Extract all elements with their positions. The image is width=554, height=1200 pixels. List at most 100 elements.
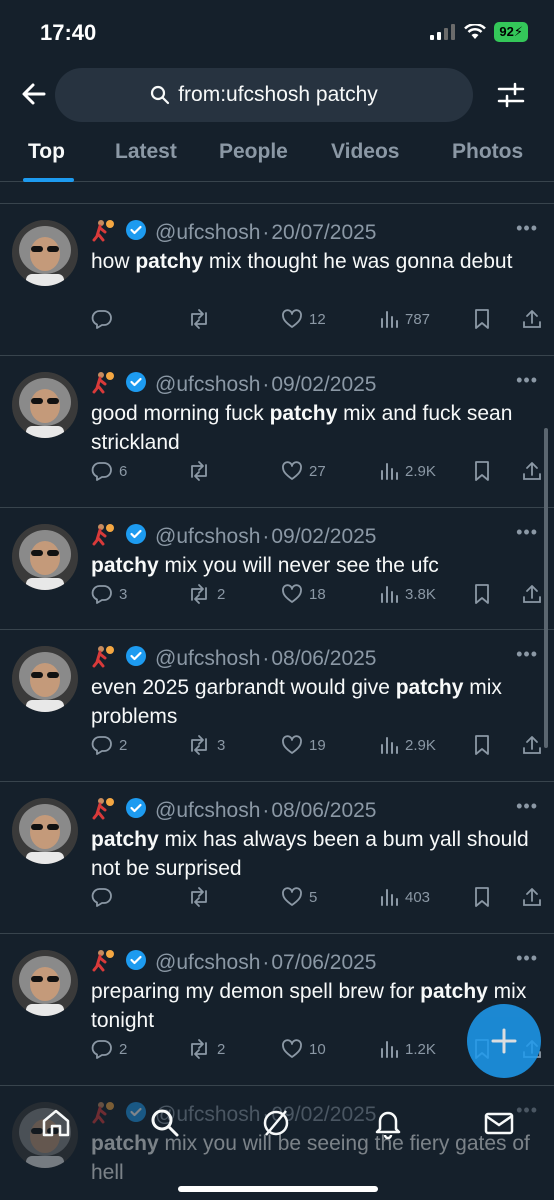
tweet-text: patchy mix has always been a bum yall sh… <box>91 825 541 883</box>
more-dots-icon[interactable]: ••• <box>516 796 538 817</box>
separator-dot: · <box>262 647 270 670</box>
views-button[interactable]: 1.2K <box>379 1039 436 1059</box>
reply-button[interactable]: 2 <box>91 734 127 756</box>
bookmark-button[interactable] <box>473 886 491 908</box>
tweet-date[interactable]: 07/06/2025 <box>271 951 376 975</box>
retweet-button[interactable]: 2 <box>187 1038 225 1060</box>
bookmark-button[interactable] <box>473 734 491 756</box>
bookmark-button[interactable] <box>473 460 491 482</box>
tab-photos[interactable]: Photos <box>452 140 523 164</box>
tweet-handle[interactable]: @ufcshosh <box>155 525 260 549</box>
avatar[interactable] <box>12 950 78 1016</box>
views-count: 2.9K <box>405 462 436 480</box>
bookmark-button[interactable] <box>473 583 491 605</box>
like-button[interactable]: 5 <box>281 887 317 907</box>
home-indicator[interactable] <box>178 1186 378 1192</box>
more-dots-icon[interactable]: ••• <box>516 218 538 239</box>
views-icon <box>379 584 399 604</box>
views-button[interactable]: 3.8K <box>379 584 436 604</box>
like-button[interactable]: 19 <box>281 735 326 755</box>
more-dots-icon[interactable]: ••• <box>516 522 538 543</box>
reply-button[interactable]: 6 <box>91 460 127 482</box>
sliders-icon[interactable] <box>496 80 526 110</box>
cellular-signal-icon <box>430 24 456 40</box>
bell-icon[interactable] <box>372 1107 404 1139</box>
separator-dot: · <box>262 373 270 396</box>
avatar[interactable] <box>12 220 78 286</box>
mail-icon[interactable] <box>483 1107 515 1139</box>
views-button[interactable]: 403 <box>379 887 430 907</box>
like-icon <box>281 309 303 329</box>
separator-dot: · <box>262 951 270 974</box>
more-dots-icon[interactable]: ••• <box>516 644 538 665</box>
tweet-handle[interactable]: @ufcshosh <box>155 951 260 975</box>
retweet-button[interactable] <box>187 308 217 330</box>
like-button[interactable]: 12 <box>281 309 326 329</box>
share-button[interactable] <box>521 308 543 330</box>
tweet[interactable]: @ufcshosh · 20/07/2025 ••• how patchy mix th… <box>0 204 554 356</box>
avatar[interactable] <box>12 646 78 712</box>
avatar[interactable] <box>12 524 78 590</box>
reply-count: 2 <box>119 736 128 754</box>
reply-icon <box>91 460 113 482</box>
tweet[interactable]: @ufcshosh · 08/06/2025 ••• patchy mix has al… <box>0 782 554 934</box>
tweet-handle[interactable]: @ufcshosh <box>155 373 260 397</box>
share-button[interactable] <box>521 734 543 756</box>
retweet-button[interactable] <box>187 460 217 482</box>
bookmark-icon <box>473 583 491 605</box>
views-button[interactable]: 2.9K <box>379 461 436 481</box>
reply-button[interactable] <box>91 308 119 330</box>
compose-button[interactable] <box>467 1004 541 1078</box>
like-button[interactable]: 10 <box>281 1039 326 1059</box>
avatar[interactable] <box>12 372 78 438</box>
bookmark-icon <box>473 734 491 756</box>
like-button[interactable]: 27 <box>281 461 326 481</box>
search-input[interactable]: from:ufcshosh patchy <box>55 68 473 122</box>
reply-button[interactable]: 2 <box>91 1038 127 1060</box>
share-button[interactable] <box>521 886 543 908</box>
tweet-handle[interactable]: @ufcshosh <box>155 221 260 245</box>
tweet[interactable]: @ufcshosh·09/02/2025 ••• patchy mix you wi… <box>0 508 554 630</box>
retweet-button[interactable]: 2 <box>187 583 225 605</box>
share-button[interactable] <box>521 583 543 605</box>
arrow-left-icon[interactable] <box>18 78 50 110</box>
tweet-date[interactable]: 08/06/2025 <box>271 647 376 671</box>
tweet-handle[interactable]: @ufcshosh <box>155 647 260 671</box>
views-button[interactable]: 787 <box>379 309 430 329</box>
home-icon[interactable] <box>40 1107 72 1139</box>
like-button[interactable]: 18 <box>281 584 326 604</box>
tab-videos[interactable]: Videos <box>331 140 399 164</box>
tweet-text: how patchy mix thought he was gonna debu… <box>91 247 541 276</box>
like-count: 12 <box>309 310 326 328</box>
more-dots-icon[interactable]: ••• <box>516 370 538 391</box>
tweet-date[interactable]: 09/02/2025 <box>271 373 376 397</box>
views-icon <box>379 735 399 755</box>
retweet-button[interactable]: 3 <box>187 734 225 756</box>
tweet-date[interactable]: 08/06/2025 <box>271 799 376 823</box>
bookmark-icon <box>473 308 491 330</box>
tweet[interactable]: @ufcshosh · 08/06/2025 ••• even 2025 garbran… <box>0 630 554 782</box>
avatar[interactable] <box>12 798 78 864</box>
more-dots-icon[interactable]: ••• <box>516 948 538 969</box>
tweet-date[interactable]: 09/02/2025 <box>271 525 376 549</box>
tweet[interactable]: @ufcshosh · 07/06/2025 ••• preparing my demo… <box>0 934 554 1086</box>
tab-top[interactable]: Top <box>28 140 65 164</box>
bookmark-button[interactable] <box>473 308 491 330</box>
scrollbar[interactable] <box>544 428 548 748</box>
tweet-handle[interactable]: @ufcshosh <box>155 799 260 823</box>
tweet-date[interactable]: 20/07/2025 <box>271 221 376 245</box>
reply-button[interactable]: 3 <box>91 583 127 605</box>
tab-people[interactable]: People <box>219 140 288 164</box>
views-button[interactable]: 2.9K <box>379 735 436 755</box>
reply-icon <box>91 308 113 330</box>
search-icon[interactable] <box>149 1107 181 1139</box>
share-button[interactable] <box>521 460 543 482</box>
grok-icon[interactable] <box>260 1107 292 1139</box>
tweet[interactable]: @ufcshosh · 09/02/2025 ••• good morning fuck… <box>0 356 554 508</box>
share-icon <box>521 583 543 605</box>
reply-icon <box>91 583 113 605</box>
retweet-icon <box>187 1038 211 1060</box>
reply-button[interactable] <box>91 886 119 908</box>
tab-latest[interactable]: Latest <box>115 140 177 164</box>
retweet-button[interactable] <box>187 886 217 908</box>
